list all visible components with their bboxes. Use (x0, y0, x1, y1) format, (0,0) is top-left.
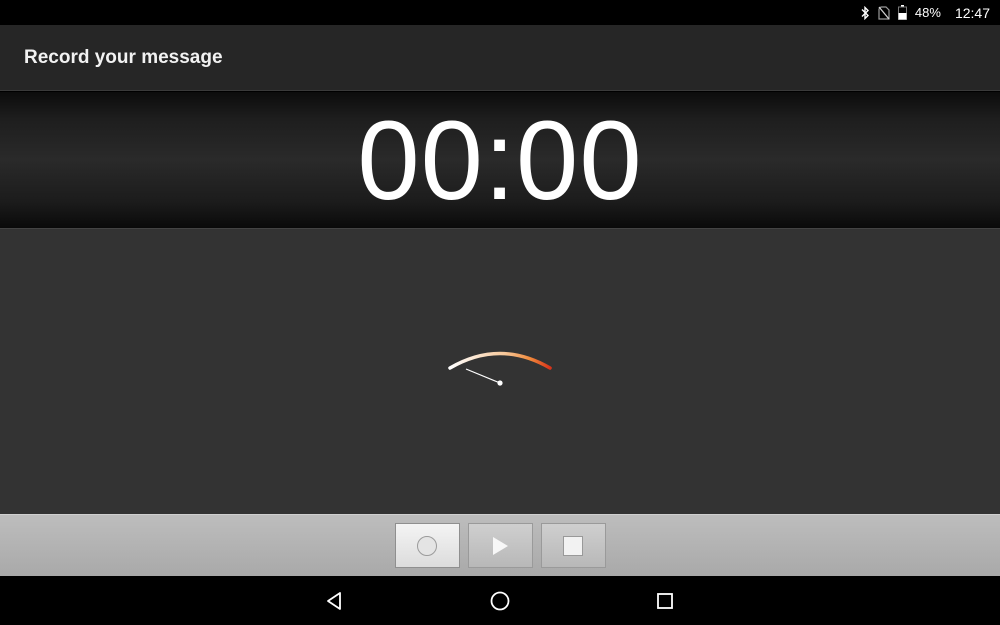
system-nav-bar (0, 576, 1000, 625)
vu-meter-pivot (497, 380, 503, 386)
recents-button[interactable] (652, 588, 678, 614)
recents-icon (657, 593, 673, 609)
elapsed-timer: 00:00 (357, 98, 643, 223)
page-title: Record your message (24, 46, 223, 68)
record-button[interactable] (394, 523, 460, 568)
recorder-controls (0, 514, 1000, 576)
stop-button[interactable] (540, 523, 606, 568)
battery-percent: 48% (914, 5, 941, 20)
status-bar: 48% 12:47 (0, 0, 1000, 25)
play-button[interactable] (467, 523, 533, 568)
recording-area (0, 229, 1000, 514)
vu-meter (448, 351, 552, 386)
stop-icon (563, 535, 583, 556)
back-button[interactable] (322, 588, 348, 614)
timer-panel: 00:00 (0, 92, 1000, 229)
vu-meter-scale (448, 351, 552, 370)
play-icon (493, 536, 508, 555)
action-bar: Record your message (0, 25, 1000, 91)
no-sim-icon (878, 0, 890, 25)
home-icon (490, 591, 510, 611)
back-icon (327, 592, 341, 610)
home-button[interactable] (487, 588, 513, 614)
clock: 12:47 (954, 4, 990, 21)
record-icon (417, 535, 437, 556)
battery-icon (897, 0, 907, 25)
bluetooth-icon (860, 0, 870, 25)
vu-meter-needle (465, 368, 501, 384)
